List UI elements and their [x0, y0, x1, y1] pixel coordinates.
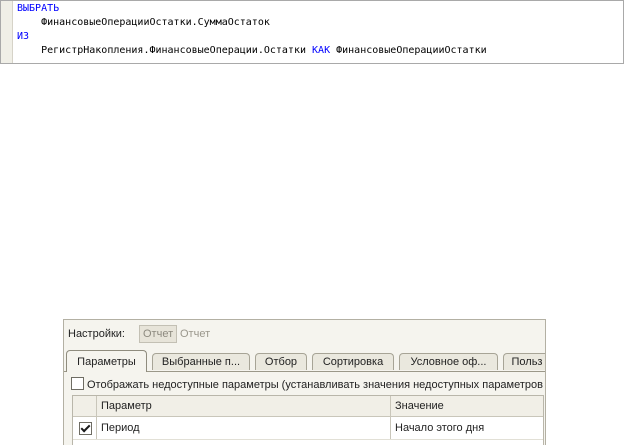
- source-table: РегистрНакопления.ФинансовыеОперации.Ост…: [41, 45, 306, 56]
- field-expression: ФинансовыеОперацииОстатки.СуммаОстаток: [41, 17, 270, 28]
- report-settings-panel: Настройки: Отчет Отчет Параметры Выбранн…: [63, 319, 546, 445]
- settings-tabs: Параметры Выбранные п... Отбор Сортировк…: [64, 350, 545, 372]
- code-line-select: ВЫБРАТЬ: [17, 2, 59, 16]
- tab-filter[interactable]: Отбор: [255, 353, 307, 370]
- tab-parameters[interactable]: Параметры: [66, 350, 147, 372]
- settings-variant-selected[interactable]: Отчет: [139, 325, 178, 343]
- header-value[interactable]: Значение: [391, 396, 543, 416]
- keyword-as: КАК: [312, 45, 331, 56]
- settings-label: Настройки:: [68, 328, 125, 340]
- table-row[interactable]: Период Начало этого дня: [73, 417, 543, 440]
- row-value[interactable]: Начало этого дня: [391, 417, 543, 439]
- code-line-source: РегистрНакопления.ФинансовыеОперации.Ост…: [17, 44, 487, 58]
- source-alias: ФинансовыеОперацииОстатки: [336, 45, 487, 56]
- parameters-table: Параметр Значение Период Начало этого дн…: [72, 395, 544, 445]
- editor-gutter: [1, 1, 13, 63]
- tab-conditional-format[interactable]: Условное оф...: [399, 353, 498, 370]
- show-unavailable-label: Отображать недоступные параметры (устана…: [87, 379, 543, 391]
- row-checkbox[interactable]: [79, 422, 92, 435]
- row-check-cell: [73, 417, 97, 439]
- show-unavailable-checkbox[interactable]: [71, 377, 84, 390]
- code-line-field: ФинансовыеОперацииОстатки.СуммаОстаток: [17, 16, 270, 30]
- tab-user[interactable]: Польз: [503, 353, 545, 370]
- table-header: Параметр Значение: [73, 396, 543, 417]
- row-parameter: Период: [97, 417, 391, 439]
- tab-sort[interactable]: Сортировка: [312, 353, 394, 370]
- settings-variant-link[interactable]: Отчет: [180, 325, 210, 343]
- header-parameter[interactable]: Параметр: [97, 396, 391, 416]
- keyword-select: ВЫБРАТЬ: [17, 3, 60, 14]
- header-check-column: [73, 396, 97, 416]
- code-line-from: ИЗ: [17, 30, 29, 44]
- show-unavailable-params[interactable]: Отображать недоступные параметры (устана…: [71, 377, 543, 393]
- query-editor[interactable]: ВЫБРАТЬ ФинансовыеОперацииОстатки.СуммаО…: [0, 0, 624, 64]
- tab-selected-fields[interactable]: Выбранные п...: [152, 353, 250, 370]
- keyword-from: ИЗ: [17, 31, 30, 42]
